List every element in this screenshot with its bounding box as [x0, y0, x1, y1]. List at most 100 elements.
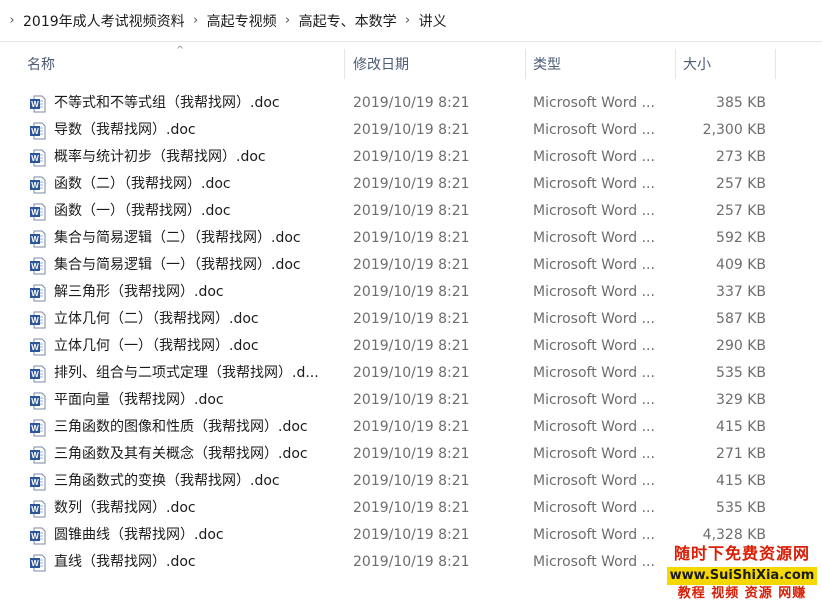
column-header-size[interactable]: 大小	[683, 43, 711, 83]
file-row[interactable]: W 立体几何（二）（我帮找网）.doc 2019/10/19 8:21 Microso…	[0, 306, 822, 333]
svg-text:W: W	[31, 154, 39, 163]
file-name: 不等式和不等式组（我帮找网）.doc	[54, 95, 280, 111]
file-type: Microsoft Word ...	[533, 419, 655, 435]
column-divider[interactable]	[525, 49, 526, 79]
file-row[interactable]: W 不等式和不等式组（我帮找网）.doc 2019/10/19 8:21 Micros…	[0, 90, 822, 117]
breadcrumb-item[interactable]: 高起专、本数学	[296, 11, 400, 31]
word-doc-icon: W	[29, 176, 46, 194]
svg-text:W: W	[31, 208, 39, 217]
file-date: 2019/10/19 8:21	[353, 527, 470, 543]
svg-text:W: W	[31, 181, 39, 190]
svg-text:W: W	[31, 559, 39, 568]
breadcrumb-item[interactable]: 高起专视频	[204, 11, 280, 31]
file-row[interactable]: W 数列（我帮找网）.doc 2019/10/19 8:21 Microsoft Wo…	[0, 495, 822, 522]
svg-text:W: W	[31, 478, 39, 487]
file-row[interactable]: W 概率与统计初步（我帮找网）.doc 2019/10/19 8:21 Microso…	[0, 144, 822, 171]
file-name: 函数（一）（我帮找网）.doc	[54, 203, 231, 219]
file-row[interactable]: W 三角函数式的变换（我帮找网）.doc 2019/10/19 8:21 Micros…	[0, 468, 822, 495]
file-size: 385 KB	[716, 95, 766, 111]
file-date: 2019/10/19 8:21	[353, 500, 470, 516]
file-type: Microsoft Word ...	[533, 176, 655, 192]
file-row[interactable]: W 导数（我帮找网）.doc 2019/10/19 8:21 Microsoft Wo…	[0, 117, 822, 144]
svg-text:W: W	[31, 100, 39, 109]
file-type: Microsoft Word ...	[533, 338, 655, 354]
file-name: 函数（二）（我帮找网）.doc	[54, 176, 231, 192]
file-size: 273 KB	[716, 149, 766, 165]
file-type: Microsoft Word ...	[533, 500, 655, 516]
file-date: 2019/10/19 8:21	[353, 257, 470, 273]
file-date: 2019/10/19 8:21	[353, 176, 470, 192]
file-type: Microsoft Word ...	[533, 311, 655, 327]
svg-text:W: W	[31, 343, 39, 352]
file-name: 概率与统计初步（我帮找网）.doc	[54, 149, 266, 165]
file-date: 2019/10/19 8:21	[353, 446, 470, 462]
file-row[interactable]: W 集合与简易逻辑（一）（我帮找网）.doc 2019/10/19 8:21 Micr…	[0, 252, 822, 279]
file-name: 圆锥曲线（我帮找网）.doc	[54, 527, 224, 543]
file-name: 集合与简易逻辑（二）（我帮找网）.doc	[54, 230, 301, 246]
file-size: 329 KB	[716, 392, 766, 408]
file-name: 直线（我帮找网）.doc	[54, 554, 196, 570]
word-doc-icon: W	[29, 284, 46, 302]
watermark-line1: 随时下免费资源网	[673, 544, 810, 563]
chevron-right-icon[interactable]: ›	[188, 13, 204, 28]
file-date: 2019/10/19 8:21	[353, 554, 470, 570]
chevron-right-icon[interactable]: ›	[4, 13, 20, 28]
file-date: 2019/10/19 8:21	[353, 392, 470, 408]
word-doc-icon: W	[29, 446, 46, 464]
file-row[interactable]: W 函数（二）（我帮找网）.doc 2019/10/19 8:21 Microsoft…	[0, 171, 822, 198]
file-row[interactable]: W 解三角形（我帮找网）.doc 2019/10/19 8:21 Microsoft …	[0, 279, 822, 306]
word-doc-icon: W	[29, 419, 46, 437]
file-row[interactable]: W 函数（一）（我帮找网）.doc 2019/10/19 8:21 Microsoft…	[0, 198, 822, 225]
column-header-date[interactable]: 修改日期	[353, 43, 409, 83]
column-divider[interactable]	[344, 49, 345, 79]
file-name: 三角函数及其有关概念（我帮找网）.doc	[54, 446, 308, 462]
svg-text:W: W	[31, 235, 39, 244]
file-size: 535 KB	[716, 500, 766, 516]
file-size: 257 KB	[716, 176, 766, 192]
file-type: Microsoft Word ...	[533, 230, 655, 246]
file-row[interactable]: W 立体几何（一）（我帮找网）.doc 2019/10/19 8:21 Microso…	[0, 333, 822, 360]
file-size: 415 KB	[716, 473, 766, 489]
file-date: 2019/10/19 8:21	[353, 338, 470, 354]
file-size: 409 KB	[716, 257, 766, 273]
file-row[interactable]: W 三角函数及其有关概念（我帮找网）.doc 2019/10/19 8:21 Micr…	[0, 441, 822, 468]
file-row[interactable]: W 平面向量（我帮找网）.doc 2019/10/19 8:21 Microsoft …	[0, 387, 822, 414]
svg-text:W: W	[31, 424, 39, 433]
file-type: Microsoft Word ...	[533, 365, 655, 381]
column-divider[interactable]	[775, 49, 776, 79]
file-row[interactable]: W 集合与简易逻辑（二）（我帮找网）.doc 2019/10/19 8:21 Micr…	[0, 225, 822, 252]
file-type: Microsoft Word ...	[533, 392, 655, 408]
word-doc-icon: W	[29, 95, 46, 113]
word-doc-icon: W	[29, 338, 46, 356]
file-size: 415 KB	[716, 419, 766, 435]
file-size: 337 KB	[716, 284, 766, 300]
file-name: 立体几何（二）（我帮找网）.doc	[54, 311, 259, 327]
file-date: 2019/10/19 8:21	[353, 365, 470, 381]
chevron-right-icon[interactable]: ›	[280, 13, 296, 28]
chevron-right-icon[interactable]: ›	[400, 13, 416, 28]
column-header-name[interactable]: 名称	[27, 43, 55, 83]
watermark-logo: 随时下免费资源网 www.SuiShiXia.com 教程 视频 资源 网赚	[664, 544, 820, 604]
file-type: Microsoft Word ...	[533, 446, 655, 462]
file-size: 290 KB	[716, 338, 766, 354]
column-header-type[interactable]: 类型	[533, 43, 561, 83]
file-row[interactable]: W 三角函数的图像和性质（我帮找网）.doc 2019/10/19 8:21 Micr…	[0, 414, 822, 441]
breadcrumb-item[interactable]: 讲义	[416, 11, 450, 31]
word-doc-icon: W	[29, 230, 46, 248]
breadcrumb-item[interactable]: 2019年成人考试视频资料	[20, 11, 188, 31]
file-name: 导数（我帮找网）.doc	[54, 122, 196, 138]
word-doc-icon: W	[29, 311, 46, 329]
svg-text:W: W	[31, 370, 39, 379]
address-bar[interactable]: › 2019年成人考试视频资料 › 高起专视频 › 高起专、本数学 › 讲义	[0, 0, 822, 42]
file-row[interactable]: W 排列、组合与二项式定理（我帮找网）.d... 2019/10/19 8:21 Mi…	[0, 360, 822, 387]
watermark-line3: 教程 视频 资源 网赚	[677, 586, 807, 601]
column-divider[interactable]	[675, 49, 676, 79]
word-doc-icon: W	[29, 149, 46, 167]
file-date: 2019/10/19 8:21	[353, 95, 470, 111]
file-name: 立体几何（一）（我帮找网）.doc	[54, 338, 259, 354]
file-name: 平面向量（我帮找网）.doc	[54, 392, 224, 408]
word-doc-icon: W	[29, 392, 46, 410]
svg-text:W: W	[31, 397, 39, 406]
file-date: 2019/10/19 8:21	[353, 311, 470, 327]
file-type: Microsoft Word ...	[533, 473, 655, 489]
